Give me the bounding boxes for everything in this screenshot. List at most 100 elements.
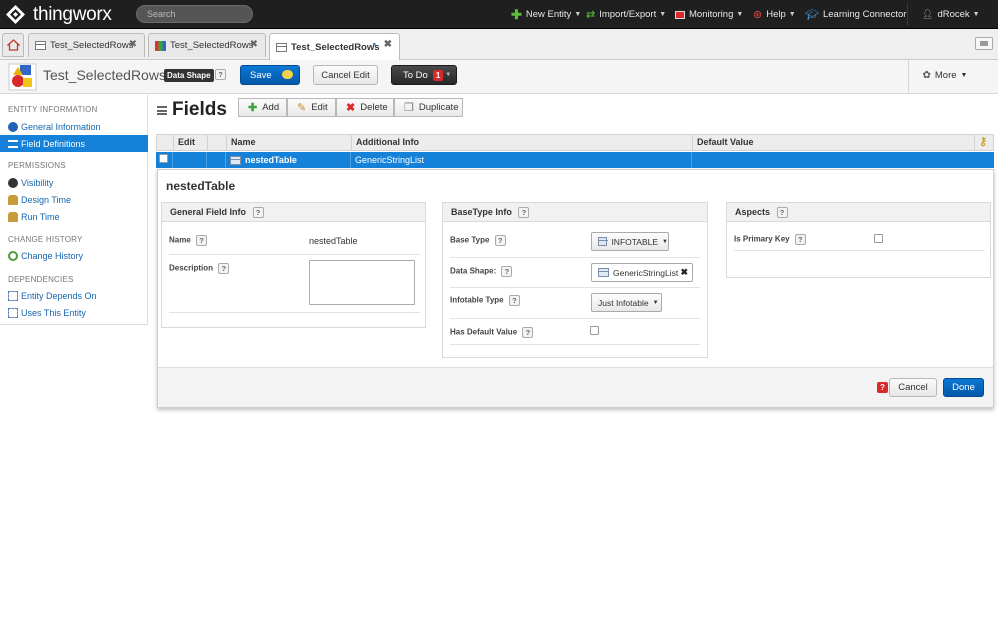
- user-run-icon: [8, 211, 18, 222]
- edit-field-button[interactable]: ✎ Edit: [287, 98, 336, 117]
- description-field[interactable]: [309, 260, 415, 305]
- delete-x-icon: ✖: [346, 102, 356, 114]
- general-field-info-card: General Field Info ? Name ? nestedTable …: [161, 202, 426, 328]
- close-icon[interactable]: ✖: [384, 39, 392, 50]
- help-icon[interactable]: ?: [215, 69, 226, 80]
- history-icon: [8, 250, 18, 261]
- more-label: More: [934, 69, 957, 81]
- name-label: Name ?: [169, 235, 208, 246]
- thingworx-logo[interactable]: thingworx: [5, 3, 112, 26]
- entity-tab[interactable]: Test_SelectedRows ✖: [148, 33, 266, 57]
- row-additional-info-cell: GenericStringList: [350, 152, 691, 168]
- add-field-button[interactable]: ✚ Add: [238, 98, 287, 117]
- infotable-type-dropdown[interactable]: Just Infotable ▼: [591, 293, 662, 312]
- card-heading-text: General Field Info: [170, 207, 247, 217]
- row-default-value-cell: [691, 152, 994, 168]
- divider: [450, 257, 700, 258]
- tab-tray-button[interactable]: [975, 37, 993, 50]
- row-edit-cell[interactable]: [172, 152, 206, 168]
- column-header-name[interactable]: Name: [226, 135, 351, 151]
- base-type-dropdown[interactable]: INFOTABLE ▼: [591, 232, 669, 251]
- cancel-button[interactable]: Cancel: [889, 378, 937, 397]
- section-heading: DEPENDENCIES: [8, 275, 74, 284]
- infotable-type-value: Just Infotable: [598, 297, 649, 308]
- sidebar-item-change-history[interactable]: Change History: [0, 247, 148, 264]
- caret-down-icon: ▼: [659, 11, 667, 18]
- help-menu[interactable]: ⊛ Help ▼: [753, 0, 796, 29]
- todo-button[interactable]: To Do 1 ▼: [391, 65, 457, 85]
- clear-x-icon[interactable]: ✖: [680, 267, 688, 278]
- is-primary-key-label: Is Primary Key ?: [734, 234, 806, 245]
- top-navigation-bar: thingworx Search ✚ New Entity ▼ ⇄ Import…: [0, 0, 998, 29]
- field-editor-panel: nestedTable General Field Info ? Name ? …: [157, 169, 994, 408]
- sidebar-item-run-time[interactable]: Run Time: [0, 208, 148, 225]
- data-shape-value: GenericStringList: [613, 267, 679, 278]
- column-header-icon: [207, 135, 226, 151]
- mashup-icon: [155, 40, 166, 51]
- row-name-cell[interactable]: nestedTable: [225, 152, 350, 168]
- delete-field-button[interactable]: ✖ Delete: [336, 98, 394, 117]
- duplicate-field-button[interactable]: ❐ Duplicate: [394, 98, 463, 117]
- new-entity-menu[interactable]: ✚ New Entity ▼: [511, 0, 581, 29]
- sidebar-item-label: Change History: [21, 250, 84, 261]
- card-heading-text: BaseType Info: [451, 207, 512, 217]
- caret-down-icon: ▼: [788, 11, 796, 18]
- table-row[interactable]: nestedTable GenericStringList: [156, 152, 994, 168]
- help-icon[interactable]: ?: [501, 266, 513, 277]
- cancel-edit-button[interactable]: Cancel Edit: [313, 65, 378, 85]
- column-header-additional-info[interactable]: Additional Info: [351, 135, 692, 151]
- infotable-icon: [598, 237, 609, 246]
- sidebar-item-visibility[interactable]: Visibility: [0, 174, 148, 191]
- data-shape-entity-icon: [8, 63, 37, 91]
- help-icon[interactable]: ?: [522, 327, 534, 338]
- base-type-label: Base Type ?: [450, 235, 506, 246]
- row-select-cell[interactable]: [156, 152, 172, 168]
- has-default-value-checkbox[interactable]: [590, 326, 599, 335]
- save-button[interactable]: Save: [240, 65, 300, 85]
- is-primary-key-checkbox[interactable]: [874, 234, 883, 243]
- sidebar-item-field-definitions[interactable]: Field Definitions: [0, 135, 148, 152]
- infotable-type-label: Infotable Type ?: [450, 295, 520, 306]
- learning-connector-link[interactable]: 🎓︎ Learning Connector: [805, 0, 906, 29]
- data-shape-label: Data Shape: ?: [450, 266, 513, 277]
- help-icon[interactable]: ?: [252, 207, 264, 219]
- monitoring-menu[interactable]: Monitoring ▼: [675, 0, 743, 29]
- sidebar-item-uses-this-entity[interactable]: Uses This Entity: [0, 304, 148, 321]
- divider: [450, 318, 700, 319]
- entity-tab-active[interactable]: Test_SelectedRows ▪ ✖: [269, 33, 400, 60]
- help-icon[interactable]: ?: [794, 234, 806, 245]
- close-icon[interactable]: ✖: [250, 39, 258, 50]
- import-export-menu[interactable]: ⇄ Import/Export ▼: [586, 0, 666, 29]
- sidebar-item-entity-depends-on[interactable]: Entity Depends On: [0, 287, 148, 304]
- help-icon[interactable]: ?: [877, 382, 888, 393]
- tab-label: Test_SelectedRows: [170, 40, 254, 51]
- sidebar-item-design-time[interactable]: Design Time: [0, 191, 148, 208]
- divider: [908, 60, 909, 94]
- column-header-edit[interactable]: Edit: [173, 135, 207, 151]
- help-icon[interactable]: ?: [518, 207, 530, 219]
- help-icon[interactable]: ?: [508, 295, 520, 306]
- fields-table-header: Edit Name Additional Info Default Value …: [156, 134, 994, 151]
- help-icon[interactable]: ?: [776, 207, 788, 219]
- close-icon[interactable]: ✖: [129, 39, 137, 50]
- done-button[interactable]: Done: [943, 378, 984, 397]
- field-list-icon: [157, 105, 167, 115]
- help-icon[interactable]: ?: [196, 235, 208, 246]
- learning-connector-label: Learning Connector: [822, 9, 907, 20]
- divider: [450, 287, 700, 288]
- column-header-default-value[interactable]: Default Value: [692, 135, 974, 151]
- help-icon[interactable]: ?: [218, 263, 230, 274]
- data-shape-picker[interactable]: GenericStringList ✖: [591, 263, 693, 282]
- user-lock-icon: [8, 194, 18, 205]
- help-icon[interactable]: ?: [494, 235, 506, 246]
- more-menu-button[interactable]: ✿ More ▼: [917, 64, 973, 86]
- base-type-label-text: Base Type: [450, 235, 490, 245]
- entity-tab[interactable]: Test_SelectedRows ✖: [28, 33, 145, 57]
- user-menu[interactable]: 👤︎ dRocek ▼: [922, 0, 980, 29]
- sidebar-item-general-information[interactable]: General Information: [0, 118, 148, 135]
- search-input[interactable]: Search: [136, 5, 253, 23]
- row-checkbox[interactable]: [159, 154, 168, 163]
- name-label-text: Name: [169, 235, 191, 245]
- divider: [169, 254, 420, 255]
- home-tab[interactable]: [2, 33, 24, 57]
